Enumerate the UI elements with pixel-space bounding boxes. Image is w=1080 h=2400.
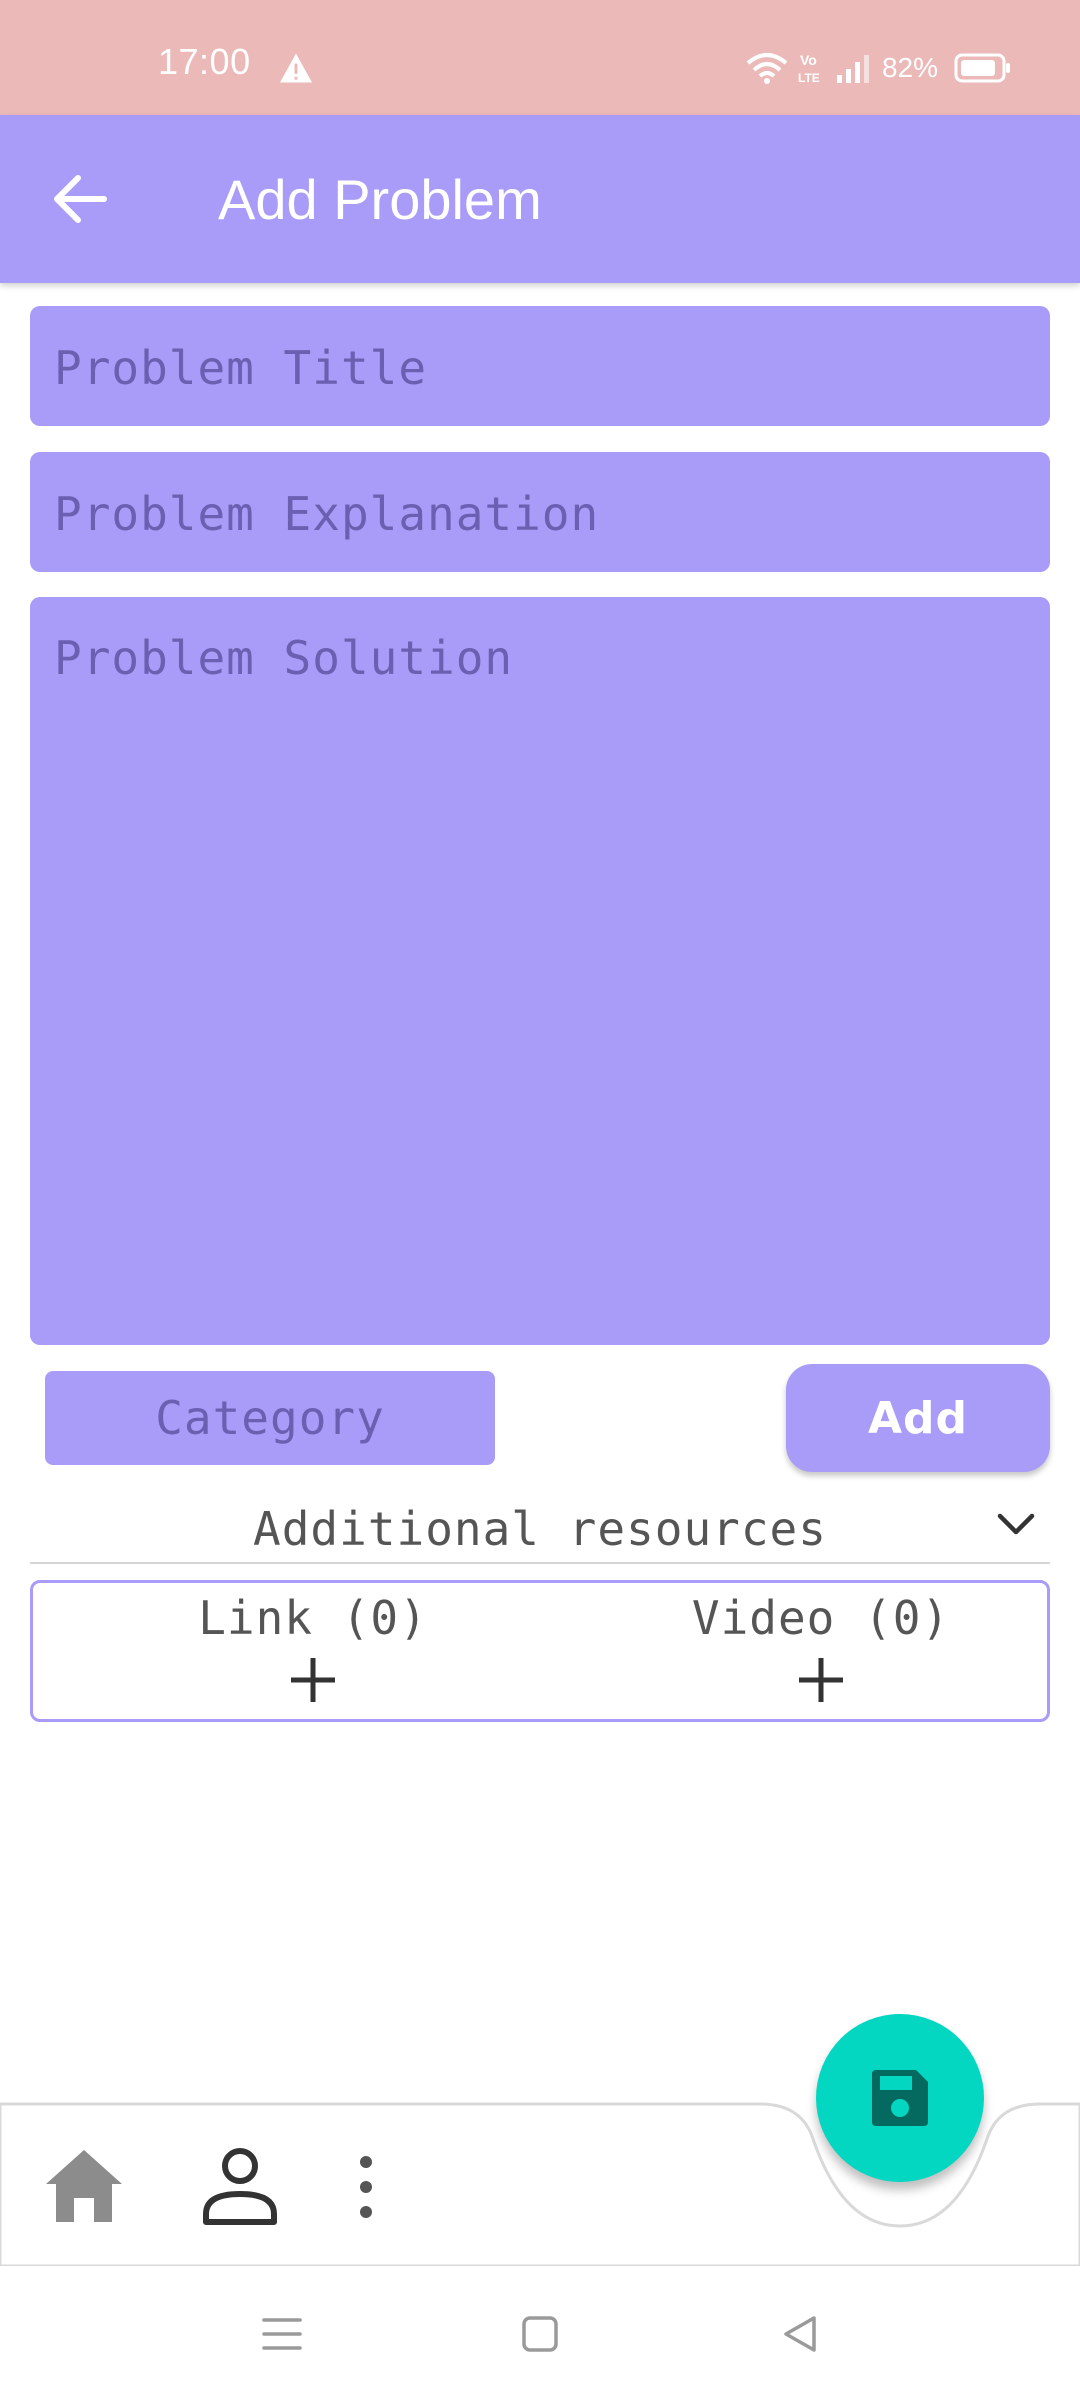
link-count-label: Link (0) (198, 1591, 428, 1645)
problem-explanation-input[interactable]: Problem Explanation (30, 452, 1050, 572)
problem-title-placeholder: Problem Title (54, 341, 428, 395)
save-icon (872, 2070, 928, 2126)
problem-solution-input[interactable]: Problem Solution (30, 597, 1050, 1345)
status-icons: Vo LTE 82% (746, 48, 1012, 88)
arrow-left-icon (54, 175, 107, 223)
app-bar: Add Problem (0, 115, 1080, 283)
signal-icon (836, 55, 869, 83)
category-button[interactable]: Category (45, 1371, 495, 1465)
save-fab[interactable] (816, 2014, 984, 2182)
status-bar: 17:00 Vo LTE 82% (0, 0, 1080, 115)
wifi-icon (746, 53, 788, 84)
add-video-button[interactable] (793, 1652, 849, 1708)
battery-percent: 82% (881, 52, 938, 83)
status-time: 17:00 (158, 41, 251, 82)
problem-solution-placeholder: Problem Solution (54, 631, 514, 685)
recent-apps-icon[interactable] (258, 2310, 306, 2358)
problem-explanation-placeholder: Problem Explanation (54, 487, 600, 541)
svg-text:LTE: LTE (798, 71, 820, 85)
system-navigation-bar (0, 2266, 1080, 2400)
additional-resources-toggle[interactable]: Additional resources (30, 1486, 1050, 1564)
battery-icon (954, 53, 1010, 83)
chevron-down-icon (997, 1513, 1035, 1535)
page-title: Add Problem (218, 168, 542, 231)
more-vertical-icon[interactable] (346, 2152, 386, 2222)
add-link-button[interactable] (285, 1652, 341, 1708)
system-home-icon[interactable] (516, 2310, 564, 2358)
system-back-icon[interactable] (776, 2310, 824, 2358)
person-icon[interactable] (198, 2144, 282, 2228)
volte-icon: Vo LTE (798, 52, 820, 85)
warning-icon (280, 53, 312, 83)
back-button[interactable] (40, 167, 120, 231)
video-count-label: Video (0) (691, 1591, 951, 1645)
svg-text:Vo: Vo (800, 52, 817, 68)
video-resource: Video (0) (621, 1591, 1021, 1713)
resources-panel: Link (0) Video (0) (30, 1580, 1050, 1722)
additional-resources-title: Additional resources (253, 1502, 827, 1556)
home-icon[interactable] (42, 2146, 126, 2226)
link-resource: Link (0) (113, 1591, 513, 1713)
problem-title-input[interactable]: Problem Title (30, 306, 1050, 426)
add-button[interactable]: Add (786, 1364, 1050, 1472)
